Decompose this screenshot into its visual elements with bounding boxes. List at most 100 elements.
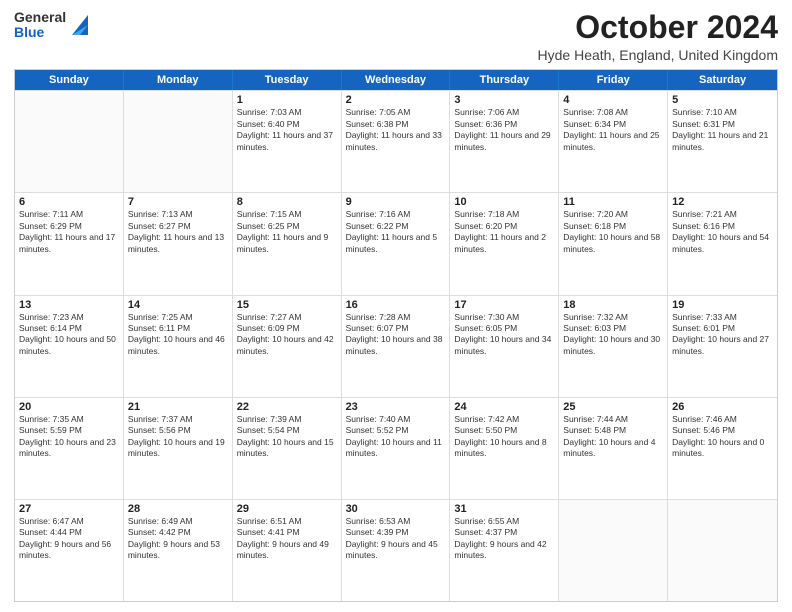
logo-text: General Blue bbox=[14, 10, 66, 41]
cell-day-number: 2 bbox=[346, 94, 446, 106]
calendar-cell: 25Sunrise: 7:44 AM Sunset: 5:48 PM Dayli… bbox=[559, 398, 668, 499]
calendar-cell: 10Sunrise: 7:18 AM Sunset: 6:20 PM Dayli… bbox=[450, 193, 559, 294]
cell-info: Sunrise: 7:39 AM Sunset: 5:54 PM Dayligh… bbox=[237, 414, 337, 460]
calendar-cell: 24Sunrise: 7:42 AM Sunset: 5:50 PM Dayli… bbox=[450, 398, 559, 499]
cell-info: Sunrise: 7:05 AM Sunset: 6:38 PM Dayligh… bbox=[346, 107, 446, 153]
calendar-cell: 30Sunrise: 6:53 AM Sunset: 4:39 PM Dayli… bbox=[342, 500, 451, 601]
calendar-week-0: 1Sunrise: 7:03 AM Sunset: 6:40 PM Daylig… bbox=[15, 90, 777, 192]
day-header-tuesday: Tuesday bbox=[233, 70, 342, 90]
calendar-cell: 23Sunrise: 7:40 AM Sunset: 5:52 PM Dayli… bbox=[342, 398, 451, 499]
cell-day-number: 6 bbox=[19, 196, 119, 208]
cell-info: Sunrise: 7:35 AM Sunset: 5:59 PM Dayligh… bbox=[19, 414, 119, 460]
calendar-cell: 16Sunrise: 7:28 AM Sunset: 6:07 PM Dayli… bbox=[342, 296, 451, 397]
cell-info: Sunrise: 7:15 AM Sunset: 6:25 PM Dayligh… bbox=[237, 209, 337, 255]
day-header-friday: Friday bbox=[559, 70, 668, 90]
cell-day-number: 28 bbox=[128, 503, 228, 515]
cell-day-number: 11 bbox=[563, 196, 663, 208]
logo-blue: Blue bbox=[14, 25, 66, 40]
cell-day-number: 26 bbox=[672, 401, 773, 413]
calendar-cell: 28Sunrise: 6:49 AM Sunset: 4:42 PM Dayli… bbox=[124, 500, 233, 601]
calendar-cell: 26Sunrise: 7:46 AM Sunset: 5:46 PM Dayli… bbox=[668, 398, 777, 499]
cell-info: Sunrise: 7:25 AM Sunset: 6:11 PM Dayligh… bbox=[128, 312, 228, 358]
cell-day-number: 16 bbox=[346, 299, 446, 311]
month-title: October 2024 bbox=[538, 10, 778, 45]
cell-info: Sunrise: 7:06 AM Sunset: 6:36 PM Dayligh… bbox=[454, 107, 554, 153]
cell-day-number: 30 bbox=[346, 503, 446, 515]
cell-info: Sunrise: 7:44 AM Sunset: 5:48 PM Dayligh… bbox=[563, 414, 663, 460]
cell-day-number: 18 bbox=[563, 299, 663, 311]
calendar-cell bbox=[15, 91, 124, 192]
calendar-cell: 14Sunrise: 7:25 AM Sunset: 6:11 PM Dayli… bbox=[124, 296, 233, 397]
calendar-cell: 27Sunrise: 6:47 AM Sunset: 4:44 PM Dayli… bbox=[15, 500, 124, 601]
calendar-cell: 5Sunrise: 7:10 AM Sunset: 6:31 PM Daylig… bbox=[668, 91, 777, 192]
calendar-cell: 3Sunrise: 7:06 AM Sunset: 6:36 PM Daylig… bbox=[450, 91, 559, 192]
cell-day-number: 22 bbox=[237, 401, 337, 413]
cell-day-number: 12 bbox=[672, 196, 773, 208]
calendar-cell: 7Sunrise: 7:13 AM Sunset: 6:27 PM Daylig… bbox=[124, 193, 233, 294]
cell-info: Sunrise: 7:46 AM Sunset: 5:46 PM Dayligh… bbox=[672, 414, 773, 460]
cell-info: Sunrise: 7:42 AM Sunset: 5:50 PM Dayligh… bbox=[454, 414, 554, 460]
logo-icon bbox=[70, 11, 90, 39]
cell-info: Sunrise: 6:53 AM Sunset: 4:39 PM Dayligh… bbox=[346, 516, 446, 562]
cell-day-number: 25 bbox=[563, 401, 663, 413]
calendar-week-2: 13Sunrise: 7:23 AM Sunset: 6:14 PM Dayli… bbox=[15, 295, 777, 397]
calendar-cell: 6Sunrise: 7:11 AM Sunset: 6:29 PM Daylig… bbox=[15, 193, 124, 294]
day-header-sunday: Sunday bbox=[15, 70, 124, 90]
calendar-cell: 19Sunrise: 7:33 AM Sunset: 6:01 PM Dayli… bbox=[668, 296, 777, 397]
cell-day-number: 14 bbox=[128, 299, 228, 311]
cell-info: Sunrise: 6:49 AM Sunset: 4:42 PM Dayligh… bbox=[128, 516, 228, 562]
cell-day-number: 7 bbox=[128, 196, 228, 208]
calendar-cell: 2Sunrise: 7:05 AM Sunset: 6:38 PM Daylig… bbox=[342, 91, 451, 192]
logo: General Blue bbox=[14, 10, 90, 41]
cell-info: Sunrise: 7:30 AM Sunset: 6:05 PM Dayligh… bbox=[454, 312, 554, 358]
cell-day-number: 10 bbox=[454, 196, 554, 208]
cell-info: Sunrise: 7:10 AM Sunset: 6:31 PM Dayligh… bbox=[672, 107, 773, 153]
logo-general: General bbox=[14, 10, 66, 25]
location: Hyde Heath, England, United Kingdom bbox=[538, 47, 778, 63]
cell-info: Sunrise: 7:28 AM Sunset: 6:07 PM Dayligh… bbox=[346, 312, 446, 358]
cell-info: Sunrise: 7:33 AM Sunset: 6:01 PM Dayligh… bbox=[672, 312, 773, 358]
cell-day-number: 27 bbox=[19, 503, 119, 515]
cell-info: Sunrise: 7:03 AM Sunset: 6:40 PM Dayligh… bbox=[237, 107, 337, 153]
calendar-week-4: 27Sunrise: 6:47 AM Sunset: 4:44 PM Dayli… bbox=[15, 499, 777, 601]
cell-info: Sunrise: 7:37 AM Sunset: 5:56 PM Dayligh… bbox=[128, 414, 228, 460]
calendar-week-3: 20Sunrise: 7:35 AM Sunset: 5:59 PM Dayli… bbox=[15, 397, 777, 499]
cell-info: Sunrise: 7:40 AM Sunset: 5:52 PM Dayligh… bbox=[346, 414, 446, 460]
cell-day-number: 13 bbox=[19, 299, 119, 311]
cell-day-number: 17 bbox=[454, 299, 554, 311]
day-header-monday: Monday bbox=[124, 70, 233, 90]
cell-info: Sunrise: 6:47 AM Sunset: 4:44 PM Dayligh… bbox=[19, 516, 119, 562]
calendar-cell: 13Sunrise: 7:23 AM Sunset: 6:14 PM Dayli… bbox=[15, 296, 124, 397]
calendar-cell: 9Sunrise: 7:16 AM Sunset: 6:22 PM Daylig… bbox=[342, 193, 451, 294]
calendar-cell: 12Sunrise: 7:21 AM Sunset: 6:16 PM Dayli… bbox=[668, 193, 777, 294]
cell-day-number: 21 bbox=[128, 401, 228, 413]
calendar: SundayMondayTuesdayWednesdayThursdayFrid… bbox=[14, 69, 778, 602]
cell-info: Sunrise: 7:32 AM Sunset: 6:03 PM Dayligh… bbox=[563, 312, 663, 358]
cell-info: Sunrise: 7:08 AM Sunset: 6:34 PM Dayligh… bbox=[563, 107, 663, 153]
calendar-cell: 18Sunrise: 7:32 AM Sunset: 6:03 PM Dayli… bbox=[559, 296, 668, 397]
calendar-body: 1Sunrise: 7:03 AM Sunset: 6:40 PM Daylig… bbox=[15, 90, 777, 601]
cell-info: Sunrise: 7:21 AM Sunset: 6:16 PM Dayligh… bbox=[672, 209, 773, 255]
day-header-saturday: Saturday bbox=[668, 70, 777, 90]
calendar-header: SundayMondayTuesdayWednesdayThursdayFrid… bbox=[15, 70, 777, 90]
calendar-cell: 11Sunrise: 7:20 AM Sunset: 6:18 PM Dayli… bbox=[559, 193, 668, 294]
title-block: October 2024 Hyde Heath, England, United… bbox=[538, 10, 778, 63]
cell-day-number: 8 bbox=[237, 196, 337, 208]
cell-day-number: 31 bbox=[454, 503, 554, 515]
calendar-cell: 8Sunrise: 7:15 AM Sunset: 6:25 PM Daylig… bbox=[233, 193, 342, 294]
cell-day-number: 15 bbox=[237, 299, 337, 311]
cell-info: Sunrise: 7:23 AM Sunset: 6:14 PM Dayligh… bbox=[19, 312, 119, 358]
cell-info: Sunrise: 7:27 AM Sunset: 6:09 PM Dayligh… bbox=[237, 312, 337, 358]
header: General Blue October 2024 Hyde Heath, En… bbox=[14, 10, 778, 63]
calendar-cell: 4Sunrise: 7:08 AM Sunset: 6:34 PM Daylig… bbox=[559, 91, 668, 192]
cell-day-number: 5 bbox=[672, 94, 773, 106]
page: General Blue October 2024 Hyde Heath, En… bbox=[0, 0, 792, 612]
cell-info: Sunrise: 7:18 AM Sunset: 6:20 PM Dayligh… bbox=[454, 209, 554, 255]
cell-info: Sunrise: 7:13 AM Sunset: 6:27 PM Dayligh… bbox=[128, 209, 228, 255]
cell-day-number: 23 bbox=[346, 401, 446, 413]
calendar-cell: 1Sunrise: 7:03 AM Sunset: 6:40 PM Daylig… bbox=[233, 91, 342, 192]
calendar-cell: 20Sunrise: 7:35 AM Sunset: 5:59 PM Dayli… bbox=[15, 398, 124, 499]
cell-info: Sunrise: 7:11 AM Sunset: 6:29 PM Dayligh… bbox=[19, 209, 119, 255]
cell-day-number: 3 bbox=[454, 94, 554, 106]
calendar-cell: 22Sunrise: 7:39 AM Sunset: 5:54 PM Dayli… bbox=[233, 398, 342, 499]
